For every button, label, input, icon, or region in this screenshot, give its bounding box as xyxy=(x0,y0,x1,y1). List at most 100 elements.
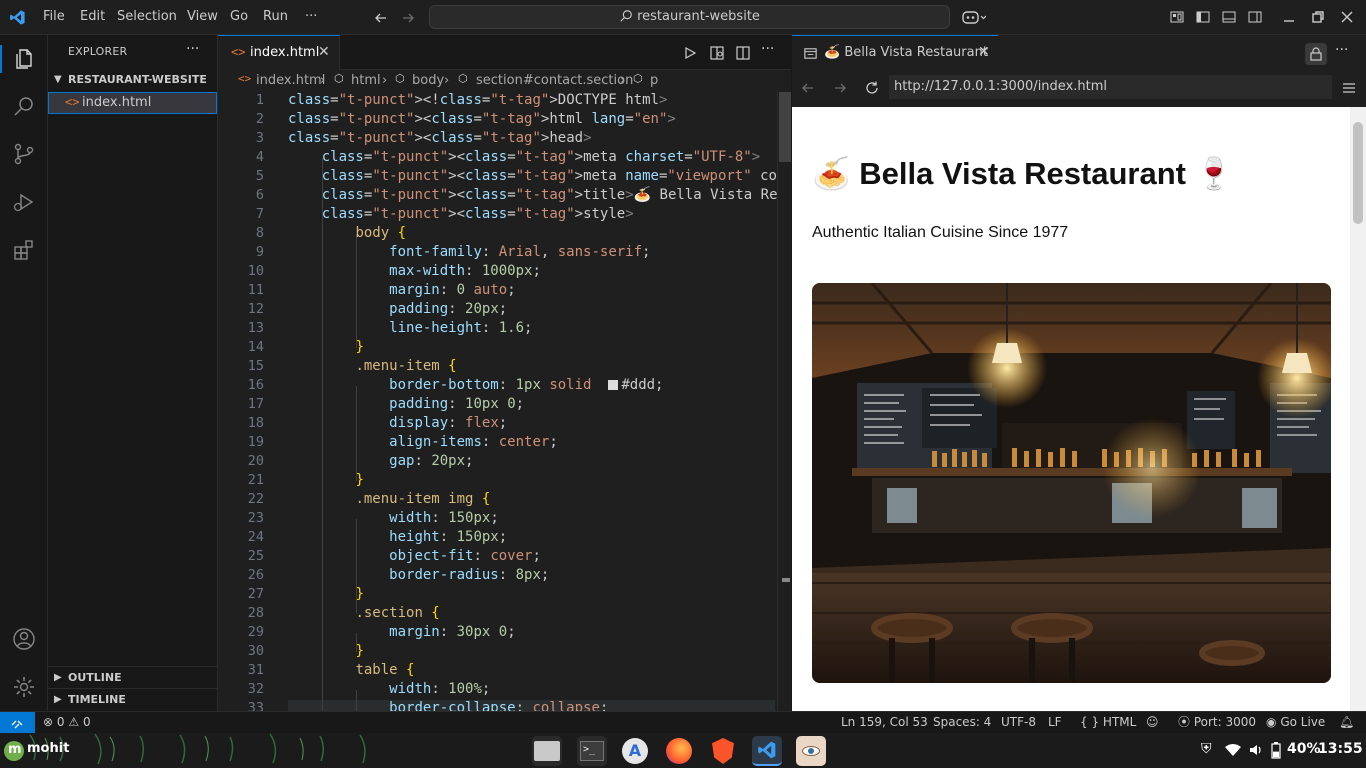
breadcrumb-html[interactable]: html xyxy=(351,73,381,88)
breadcrumb-body[interactable]: body xyxy=(412,73,444,88)
customize-layout-icon[interactable] xyxy=(1169,9,1185,25)
folder-header[interactable]: ▼ RESTAURANT-WEBSITE xyxy=(48,69,217,91)
split-editor-icon[interactable] xyxy=(735,45,751,61)
explorer-more-icon[interactable]: ··· xyxy=(186,41,199,57)
search-sidebar-icon[interactable] xyxy=(12,94,36,118)
code-line[interactable]: margin: 30px 0; xyxy=(288,624,515,640)
copilot-status-icon[interactable]: ☺ xyxy=(1146,712,1159,734)
extensions-icon[interactable] xyxy=(12,238,36,262)
menu-view[interactable]: View xyxy=(187,0,218,35)
code-line[interactable]: border-bottom: 1px solid #ddd; xyxy=(288,377,663,393)
close-window-icon[interactable] xyxy=(1339,9,1355,25)
code-line[interactable]: class="t-punct"><class="t-tag">title>🍝 B… xyxy=(288,187,791,203)
notifications-bell-icon[interactable]: 🔔︎ xyxy=(1339,712,1354,734)
forward-icon[interactable] xyxy=(832,80,848,96)
breadcrumb-file[interactable]: index.html xyxy=(256,73,325,88)
hamburger-menu-icon[interactable] xyxy=(1341,80,1357,96)
terminal-icon[interactable]: >_ xyxy=(577,736,607,766)
menu-more[interactable]: ··· xyxy=(305,0,317,35)
code-line[interactable]: } xyxy=(288,339,363,355)
preview-more-icon[interactable]: ··· xyxy=(1335,42,1348,58)
code-line[interactable]: height: 150px; xyxy=(288,529,507,545)
copilot-icon[interactable] xyxy=(962,9,986,26)
code-line[interactable]: body { xyxy=(288,225,406,241)
run-debug-icon[interactable] xyxy=(12,190,36,214)
code-line[interactable]: line-height: 1.6; xyxy=(288,320,532,336)
toggle-panel-icon[interactable] xyxy=(1221,9,1237,25)
preview-scrollbar[interactable] xyxy=(1350,107,1366,711)
code-line[interactable]: border-collapse: collapse; xyxy=(288,700,608,711)
problems-status[interactable]: ⊗ 0 ⚠ 0 xyxy=(43,712,91,734)
arrow-left-icon[interactable] xyxy=(373,10,389,26)
toggle-secondary-sidebar-icon[interactable] xyxy=(1247,9,1263,25)
code-line[interactable]: width: 150px; xyxy=(288,510,499,526)
sash-handle[interactable] xyxy=(782,578,790,582)
open-preview-icon[interactable] xyxy=(709,45,725,61)
firefox-icon[interactable] xyxy=(664,736,694,766)
toggle-sidebar-icon[interactable] xyxy=(1195,9,1211,25)
explorer-icon[interactable] xyxy=(12,47,36,71)
vscode-logo-icon[interactable] xyxy=(9,9,26,26)
cursor-position[interactable]: Ln 159, Col 53 xyxy=(841,712,928,734)
vscode-taskbar-icon[interactable] xyxy=(752,736,782,766)
breadcrumb-p[interactable]: p xyxy=(650,73,658,88)
source-control-icon[interactable] xyxy=(12,142,36,166)
code-editor[interactable]: 1 2 3 4 5 6 7 8 9 10 11 12 13 14 15 16 17 18 19 20 21 22 23 24 2… xyxy=(218,92,791,711)
code-line[interactable]: class="t-punct"><class="t-tag">style> xyxy=(288,206,634,222)
mint-menu-icon[interactable]: m xyxy=(4,741,24,761)
scrollbar-thumb[interactable] xyxy=(779,92,791,162)
close-tab-icon[interactable]: ✕ xyxy=(978,44,990,60)
code-line[interactable]: display: flex; xyxy=(288,415,507,431)
manage-gear-icon[interactable] xyxy=(12,675,36,699)
code-line[interactable]: object-fit: cover; xyxy=(288,548,541,564)
code-line[interactable]: class="t-punct"><class="t-tag">html lang… xyxy=(288,111,676,127)
code-line[interactable]: align-items: center; xyxy=(288,434,558,450)
volume-icon[interactable] xyxy=(1248,742,1264,758)
menu-go[interactable]: Go xyxy=(230,0,248,35)
code-line[interactable]: } xyxy=(288,643,363,659)
file-item-index-html[interactable]: <> index.html xyxy=(48,92,217,114)
arrow-right-icon[interactable] xyxy=(400,10,416,26)
code-line[interactable]: border-radius: 8px; xyxy=(288,567,549,583)
lock-icon[interactable] xyxy=(1305,43,1327,65)
editor-more-icon[interactable]: ··· xyxy=(761,41,774,57)
wifi-icon[interactable] xyxy=(1224,743,1242,757)
shield-icon[interactable]: ⛨ xyxy=(1201,741,1212,757)
code-line[interactable]: class="t-punct"><class="t-tag">meta char… xyxy=(288,149,760,165)
command-center-search[interactable]: restaurant-website xyxy=(429,5,950,29)
username[interactable]: mohit xyxy=(27,741,69,756)
code-line[interactable]: .menu-item { xyxy=(288,358,456,374)
outline-section-header[interactable]: ▶ OUTLINE xyxy=(48,666,217,688)
file-manager-icon[interactable] xyxy=(532,736,562,766)
breadcrumb-section[interactable]: section#contact.section xyxy=(476,73,633,88)
code-line[interactable]: .section { xyxy=(288,605,439,621)
code-line[interactable]: width: 100%; xyxy=(288,681,490,697)
code-line[interactable]: class="t-punct"><!class="t-tag">DOCTYPE … xyxy=(288,92,667,108)
editor-scrollbar[interactable] xyxy=(777,92,791,711)
code-line[interactable]: font-family: Arial, sans-serif; xyxy=(288,244,650,260)
code-line[interactable]: .menu-item img { xyxy=(288,491,490,507)
restore-icon[interactable] xyxy=(1310,9,1326,25)
code-line[interactable]: class="t-punct"><class="t-tag">meta name… xyxy=(288,168,791,184)
encoding[interactable]: UTF-8 xyxy=(1001,712,1036,734)
indentation[interactable]: Spaces: 4 xyxy=(933,712,991,734)
code-line[interactable]: class="t-punct"><class="t-tag">head> xyxy=(288,130,592,146)
code-line[interactable]: padding: 20px; xyxy=(288,301,507,317)
code-line[interactable]: margin: 0 auto; xyxy=(288,282,515,298)
menu-selection[interactable]: Selection xyxy=(117,0,177,35)
brave-icon[interactable] xyxy=(708,736,738,766)
code-line[interactable]: gap: 20px; xyxy=(288,453,473,469)
port-status[interactable]: ⦿ Port: 3000 xyxy=(1178,712,1256,734)
minimize-icon[interactable] xyxy=(1281,9,1297,25)
code-line[interactable]: table { xyxy=(288,662,414,678)
language-mode[interactable]: { } HTML xyxy=(1080,712,1136,734)
clock[interactable]: 13:55 xyxy=(1318,741,1363,757)
code-line[interactable]: padding: 10px 0; xyxy=(288,396,524,412)
url-input[interactable]: http://127.0.0.1:3000/index.html xyxy=(889,75,1332,99)
account-icon[interactable] xyxy=(12,627,36,651)
timeline-section-header[interactable]: ▶ TIMELINE xyxy=(48,688,217,710)
tab-index-html[interactable]: <> index.html ✕ xyxy=(218,35,340,70)
menu-file[interactable]: File xyxy=(43,0,65,35)
reload-icon[interactable] xyxy=(864,80,880,96)
code-line[interactable]: } xyxy=(288,586,363,602)
